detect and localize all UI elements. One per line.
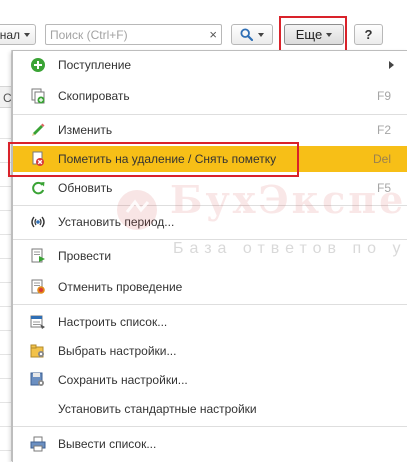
row-divider (0, 426, 11, 427)
toolbar: нал × Еще ? (0, 0, 407, 54)
row-divider (0, 378, 11, 379)
journal-dropdown-button[interactable]: нал (0, 24, 36, 45)
menu-item-label: Выбрать настройки... (58, 344, 177, 358)
shortcut-label: F5 (376, 181, 391, 195)
menu-item-label: Сохранить настройки... (58, 373, 188, 387)
help-button[interactable]: ? (354, 24, 383, 45)
shortcut-label: F2 (376, 123, 391, 137)
menu-item-output-list[interactable]: Вывести список... (13, 431, 407, 457)
row-divider (0, 210, 11, 211)
help-label: ? (364, 27, 373, 42)
chevron-down-icon (258, 32, 264, 37)
menu-item-label: Настроить список... (58, 315, 168, 329)
menu-separator (13, 205, 407, 206)
menu-separator (13, 239, 407, 240)
row-divider (0, 258, 11, 259)
unpost-icon (30, 279, 46, 295)
menu-item-configure-list[interactable]: Настроить список... (13, 309, 407, 335)
menu-item-label: Вывести список... (58, 437, 157, 451)
menu-separator (13, 426, 407, 427)
menu-item-save-settings[interactable]: Сохранить настройки... (13, 367, 407, 393)
menu-item-select-settings[interactable]: Выбрать настройки... (13, 338, 407, 364)
search-box: × (45, 24, 222, 45)
pencil-icon (30, 122, 46, 138)
menu-item-label: Установить период... (58, 215, 175, 229)
menu-item-label: Изменить (58, 123, 113, 137)
menu-item-cancel-posting[interactable]: Отменить проведение (13, 274, 407, 300)
menu-item-label: Установить стандартные настройки (58, 402, 257, 416)
row-divider (0, 354, 11, 355)
more-actions-menu: Поступление Скопировать F9 Изменить F2 П… (12, 50, 407, 462)
row-divider (0, 186, 11, 187)
save-settings-icon (30, 372, 46, 388)
select-settings-icon (30, 343, 46, 359)
annotation-highlight-menu-item (8, 142, 299, 177)
menu-item-label: Отменить проведение (58, 280, 183, 294)
period-icon (30, 214, 46, 230)
submenu-arrow-icon (389, 61, 394, 69)
shortcut-label: Del (372, 152, 391, 166)
row-divider (0, 306, 11, 307)
clear-search-icon[interactable]: × (209, 26, 217, 43)
refresh-icon (30, 180, 46, 196)
row-divider (0, 138, 11, 139)
copy-icon (30, 88, 46, 104)
chevron-down-icon (24, 32, 30, 37)
column-header: С (0, 86, 11, 108)
menu-item-label: Обновить (58, 181, 113, 195)
row-divider (0, 330, 11, 331)
annotation-highlight-more (279, 16, 347, 54)
menu-item-standard-settings[interactable]: Установить стандартные настройки (13, 396, 407, 422)
row-divider (0, 282, 11, 283)
search-input[interactable] (46, 25, 204, 44)
menu-item-set-period[interactable]: Установить период... (13, 209, 407, 235)
shortcut-label: F9 (376, 89, 391, 103)
post-icon (30, 248, 46, 264)
journal-label: нал (0, 27, 20, 42)
configure-list-icon (30, 314, 46, 330)
menu-item-label: Поступление (58, 58, 132, 72)
menu-item-label: Провести (58, 249, 112, 263)
menu-item-copy[interactable]: Скопировать F9 (13, 83, 407, 109)
menu-item-receipt[interactable]: Поступление (13, 52, 407, 78)
row-divider (0, 234, 11, 235)
menu-item-edit[interactable]: Изменить F2 (13, 117, 407, 143)
plus-circle-icon (30, 57, 46, 73)
menu-item-refresh[interactable]: Обновить F5 (13, 175, 407, 201)
menu-separator (13, 304, 407, 305)
menu-separator (13, 114, 407, 115)
find-button[interactable] (231, 24, 273, 45)
search-icon (240, 28, 253, 41)
menu-item-post[interactable]: Провести (13, 243, 407, 269)
row-divider (0, 402, 11, 403)
row-divider (0, 450, 11, 451)
menu-item-label: Скопировать (58, 89, 130, 103)
background-list-column: С (0, 50, 12, 461)
print-list-icon (30, 436, 46, 452)
